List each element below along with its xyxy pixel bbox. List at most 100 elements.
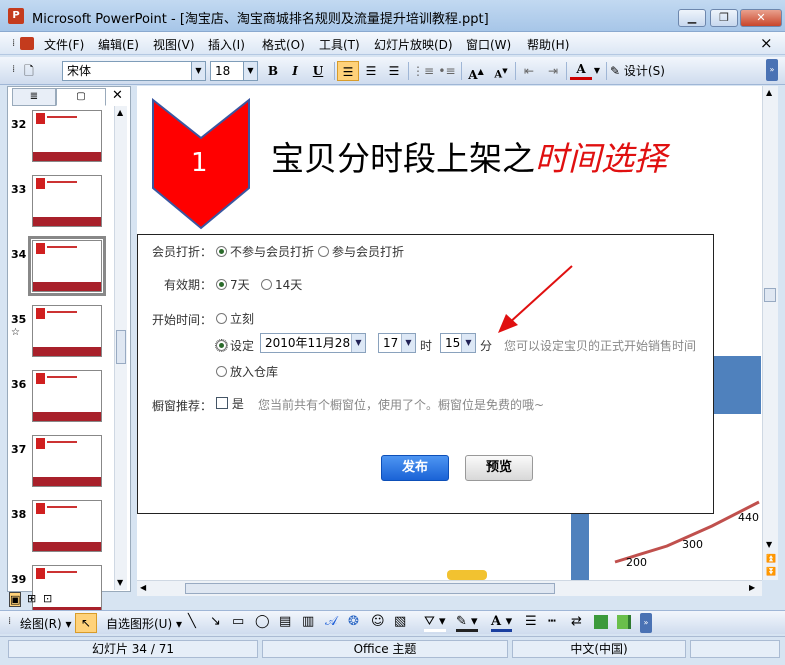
- menu-format[interactable]: 格式(O): [262, 36, 305, 53]
- slide-thumbnail[interactable]: [28, 236, 106, 296]
- fill-color-icon[interactable]: ⛛ ▾: [424, 614, 446, 632]
- scroll-right-icon[interactable]: ▶: [749, 583, 755, 592]
- font-color-icon[interactable]: A ▾: [491, 614, 513, 632]
- align-right-button[interactable]: ☰: [383, 61, 405, 81]
- align-left-button[interactable]: ☰: [337, 61, 359, 81]
- menu-file[interactable]: 文件(F): [44, 36, 84, 53]
- dash-style-icon[interactable]: ┅: [548, 614, 556, 629]
- design-button[interactable]: ✎ 设计(S): [610, 61, 682, 81]
- scroll-down-icon[interactable]: ▼: [117, 578, 123, 587]
- diagram-icon[interactable]: ❂: [348, 614, 359, 629]
- wordart-icon[interactable]: 𝒜: [325, 614, 337, 629]
- textbox-tool-icon[interactable]: ▤: [279, 614, 291, 629]
- line-color-icon[interactable]: ✎ ▾: [456, 614, 478, 632]
- restore-button[interactable]: ❐: [710, 9, 738, 27]
- slide-sorter-icon[interactable]: ⊞: [27, 592, 36, 605]
- slide-thumbnail[interactable]: [32, 500, 102, 552]
- close-button[interactable]: ✕: [740, 9, 782, 27]
- clipart-icon[interactable]: ☺: [371, 614, 385, 629]
- chevron-down-icon[interactable]: ▼: [401, 334, 415, 352]
- chevron-down-icon[interactable]: ▼: [461, 334, 475, 352]
- scroll-down-icon[interactable]: ▼: [766, 540, 772, 549]
- document-icon[interactable]: [20, 37, 34, 50]
- powerpoint-app-icon[interactable]: P: [8, 8, 24, 24]
- normal-view-icon[interactable]: ▣: [9, 592, 22, 607]
- shadow-style-icon[interactable]: [594, 615, 608, 629]
- scroll-left-icon[interactable]: ◀: [140, 583, 146, 592]
- scroll-up-icon[interactable]: ▲: [117, 108, 123, 117]
- line-style-icon[interactable]: ☰: [525, 614, 537, 629]
- underline-button[interactable]: U: [307, 61, 329, 81]
- line-tool-icon[interactable]: ╲: [188, 614, 196, 629]
- draw-menu-button[interactable]: 绘图(R) ▾: [20, 615, 72, 632]
- menu-insert[interactable]: 插入(I): [208, 36, 245, 53]
- increase-indent-button[interactable]: ⇥: [542, 61, 564, 81]
- toolbar-options-icon[interactable]: »: [766, 59, 778, 81]
- preview-button[interactable]: 预览: [465, 455, 533, 481]
- publish-settings-image[interactable]: 会员打折： 不参与会员打折 参与会员打折 有效期： 7天 14天 开始时间： 立…: [137, 234, 714, 514]
- member-option-no[interactable]: 不参与会员打折: [216, 243, 314, 260]
- window-recommend-checkbox[interactable]: 是: [216, 395, 244, 412]
- menu-help[interactable]: 帮助(H): [527, 36, 569, 53]
- hour-select[interactable]: 17 ▼: [378, 333, 416, 353]
- autoshapes-menu-button[interactable]: 自选图形(U) ▾: [106, 615, 182, 632]
- scroll-thumb[interactable]: [116, 330, 126, 364]
- warehouse-option[interactable]: 放入仓库: [216, 363, 278, 380]
- font-size-combo[interactable]: 18 ▼: [210, 61, 258, 81]
- arrow-style-icon[interactable]: ⇄: [571, 614, 582, 629]
- menu-window[interactable]: 窗口(W): [466, 36, 511, 53]
- slide-thumbnail[interactable]: [32, 370, 102, 422]
- picture-icon[interactable]: ▧: [394, 614, 406, 629]
- validity-option-14[interactable]: 14天: [261, 276, 302, 293]
- rectangle-tool-icon[interactable]: ▭: [232, 614, 244, 629]
- start-immediately-option[interactable]: 立刻: [216, 310, 254, 327]
- bold-button[interactable]: B: [262, 61, 284, 81]
- previous-slide-icon[interactable]: ⏫: [766, 554, 776, 563]
- chevron-down-icon[interactable]: ▼: [591, 61, 603, 81]
- document-close-icon[interactable]: ×: [760, 34, 773, 52]
- chevron-down-icon[interactable]: ▼: [243, 62, 257, 80]
- align-center-button[interactable]: ☰: [360, 61, 382, 81]
- slide-thumbnail[interactable]: [32, 110, 102, 162]
- menu-view[interactable]: 视图(V): [153, 36, 195, 53]
- increase-font-button[interactable]: A▲: [465, 61, 487, 82]
- validity-option-7[interactable]: 7天: [216, 276, 250, 293]
- toolbar-options-icon[interactable]: »: [640, 613, 652, 633]
- oval-tool-icon[interactable]: ◯: [255, 614, 270, 629]
- minute-select[interactable]: 15 ▼: [440, 333, 476, 353]
- chevron-down-icon[interactable]: ▼: [191, 62, 205, 80]
- new-document-button[interactable]: 🗋: [18, 61, 40, 81]
- 3d-style-icon[interactable]: [617, 615, 631, 629]
- chevron-down-icon[interactable]: ▼: [351, 334, 365, 352]
- select-objects-button[interactable]: ↖: [75, 613, 97, 633]
- slide-thumbnail[interactable]: [32, 175, 102, 227]
- publish-button[interactable]: 发布: [381, 455, 449, 481]
- menu-edit[interactable]: 编辑(E): [98, 36, 139, 53]
- decrease-indent-button[interactable]: ⇤: [518, 61, 540, 81]
- menu-tools[interactable]: 工具(T): [319, 36, 360, 53]
- member-option-yes[interactable]: 参与会员打折: [318, 243, 404, 260]
- slide-thumbnail[interactable]: [32, 435, 102, 487]
- editor-vertical-scrollbar[interactable]: ▲ ▼ ⏫ ⏬: [762, 86, 778, 580]
- font-color-button[interactable]: A: [570, 61, 592, 80]
- start-set-option[interactable]: 设定: [215, 337, 254, 354]
- editor-horizontal-scrollbar[interactable]: ◀ ▶: [137, 580, 762, 596]
- scroll-thumb[interactable]: [764, 288, 776, 302]
- scroll-thumb[interactable]: [185, 583, 555, 594]
- slideshow-view-icon[interactable]: ⊡: [43, 592, 52, 605]
- slide-thumbnail[interactable]: [32, 305, 102, 357]
- numbered-list-button[interactable]: ⋮≡: [412, 61, 434, 81]
- thumbnails-scrollbar[interactable]: ▲ ▼: [114, 106, 127, 590]
- minimize-button[interactable]: ▁: [678, 9, 706, 27]
- slide-title[interactable]: 宝贝分时段上架之时间选择: [271, 132, 667, 180]
- scroll-up-icon[interactable]: ▲: [766, 88, 772, 97]
- font-name-combo[interactable]: 宋体 ▼: [62, 61, 206, 81]
- arrow-tool-icon[interactable]: ↘: [210, 614, 221, 629]
- next-slide-icon[interactable]: ⏬: [766, 567, 776, 576]
- bullet-list-button[interactable]: •≡: [436, 61, 458, 81]
- menu-slideshow[interactable]: 幻灯片放映(D): [374, 36, 453, 53]
- vertical-textbox-tool-icon[interactable]: ▥: [302, 614, 314, 629]
- decrease-font-button[interactable]: A▼: [490, 61, 512, 81]
- italic-button[interactable]: I: [284, 61, 306, 81]
- date-select[interactable]: 2010年11月28日 ▼: [260, 333, 366, 353]
